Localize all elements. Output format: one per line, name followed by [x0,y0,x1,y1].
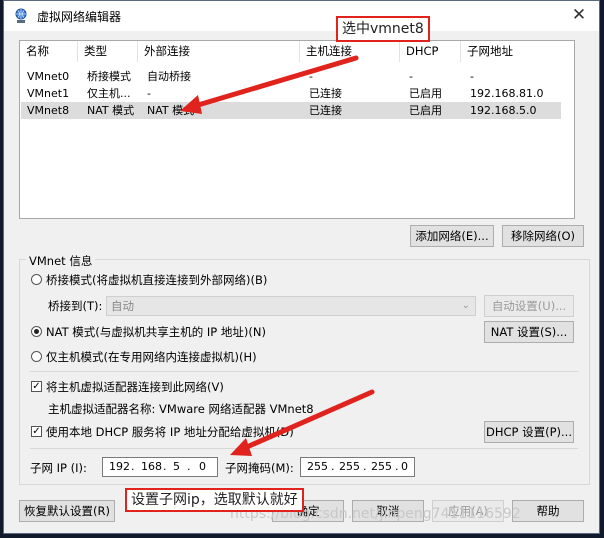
table-row-selected[interactable]: VMnet8 NAT 模式 NAT 模式 已连接 已启用 192.168.5.0 [21,102,561,119]
mask-octet: 255 [307,460,328,473]
column-header-dhcp[interactable]: DHCP [400,41,461,62]
window-title: 虚拟网络编辑器 [37,10,122,24]
cell-external: 自动桥接 [147,70,191,83]
title-bar: 虚拟网络编辑器 ✕ [4,1,599,31]
ip-octet: 0 [199,460,206,473]
cell-external: NAT 模式 [147,104,195,117]
column-header-host[interactable]: 主机连接 [300,41,400,62]
bridge-mode-label[interactable]: 桥接模式(将虚拟机直接连接到外部网络)(B) [46,272,267,288]
nat-mode-label[interactable]: NAT 模式(与虚拟机共享主机的 IP 地址)(N) [46,324,266,340]
cell-host: - [309,70,313,83]
subnet-ip-label: 子网 IP (I): [30,461,87,475]
subnet-mask-label: 子网掩码(M): [225,461,294,475]
restore-defaults-button[interactable]: 恢复默认设置(R) [19,500,115,522]
cell-subnet: - [470,70,474,83]
ip-octet: 192 [109,460,130,473]
cell-name: VMnet0 [27,70,70,83]
mask-octet: 0 [401,460,408,473]
vmnet-info-label: VMnet 信息 [26,253,96,269]
cell-type: 仅主机... [87,87,131,100]
nat-mode-radio[interactable] [31,326,42,337]
cell-external: - [147,87,151,100]
use-dhcp-checkbox[interactable]: ✓ [31,426,42,437]
cell-host: 已连接 [309,104,342,117]
cell-type: NAT 模式 [87,104,135,117]
connect-adapter-label[interactable]: 将主机虚拟适配器连接到此网络(V) [46,379,224,395]
help-button[interactable]: 帮助 [512,500,584,522]
nat-settings-button[interactable]: NAT 设置(S)... [484,321,574,343]
bridged-to-label: 桥接到(T): [48,299,103,313]
cell-type: 桥接模式 [87,70,131,83]
virtual-network-editor-window: 虚拟网络编辑器 ✕ 名称 类型 外部连接 主机连接 DHCP 子网地址 VMne… [3,0,600,534]
divider [30,448,578,449]
table-row[interactable]: VMnet0 桥接模式 自动桥接 - - - [21,68,561,85]
divider [30,371,578,372]
column-header-name[interactable]: 名称 [20,41,78,62]
adapter-name-text: 主机虚拟适配器名称: VMware 网络适配器 VMnet8 [48,402,314,416]
bridged-to-value: 自动 [111,299,134,313]
ip-octet: 168 [141,460,162,473]
bridge-mode-radio[interactable] [31,274,42,285]
network-list-table[interactable]: 名称 类型 外部连接 主机连接 DHCP 子网地址 VMnet0 桥接模式 自动… [19,40,575,219]
mask-octet: 255 [371,460,392,473]
column-header-subnet[interactable]: 子网地址 [461,41,561,62]
cell-dhcp: 已启用 [409,104,442,117]
connect-adapter-checkbox[interactable]: ✓ [31,381,42,392]
cell-dhcp: - [409,70,413,83]
host-only-mode-label[interactable]: 仅主机模式(在专用网络内连接虚拟机)(H) [46,349,257,365]
callout-select-vmnet8: 选中vmnet8 [336,16,430,42]
cell-host: 已连接 [309,87,342,100]
add-network-button[interactable]: 添加网络(E)... [410,225,494,247]
column-header-type[interactable]: 类型 [78,41,138,62]
chevron-down-icon: ⌄ [461,300,470,311]
use-dhcp-label[interactable]: 使用本地 DHCP 服务将 IP 地址分配给虚拟机(D) [46,424,294,440]
bridged-to-select[interactable]: 自动 ⌄ [106,296,476,316]
vmnet-info-group [19,259,590,485]
cell-name: VMnet1 [27,87,70,100]
mask-octet: 255 [339,460,360,473]
cell-subnet: 192.168.81.0 [470,87,544,100]
table-row[interactable]: VMnet1 仅主机... - 已连接 已启用 192.168.81.0 [21,85,561,102]
subnet-mask-input[interactable]: 255 . 255 . 255 . 0 [300,457,415,477]
dhcp-settings-button[interactable]: DHCP 设置(P)... [484,421,574,443]
host-only-mode-radio[interactable] [31,351,42,362]
close-icon[interactable]: ✕ [569,5,589,25]
remove-network-button[interactable]: 移除网络(O) [502,225,584,247]
column-header-external[interactable]: 外部连接 [138,41,300,62]
subnet-ip-input[interactable]: 192 . 168 . 5 . 0 [102,457,218,477]
ip-octet: 5 [173,460,180,473]
cell-name: VMnet8 [27,104,70,117]
cell-subnet: 192.168.5.0 [470,104,537,117]
network-globe-icon [15,8,27,23]
auto-settings-button[interactable]: 自动设置(U)... [484,295,574,317]
callout-set-subnet-ip: 设置子网ip，选取默认就好 [125,488,304,512]
cell-dhcp: 已启用 [409,87,442,100]
